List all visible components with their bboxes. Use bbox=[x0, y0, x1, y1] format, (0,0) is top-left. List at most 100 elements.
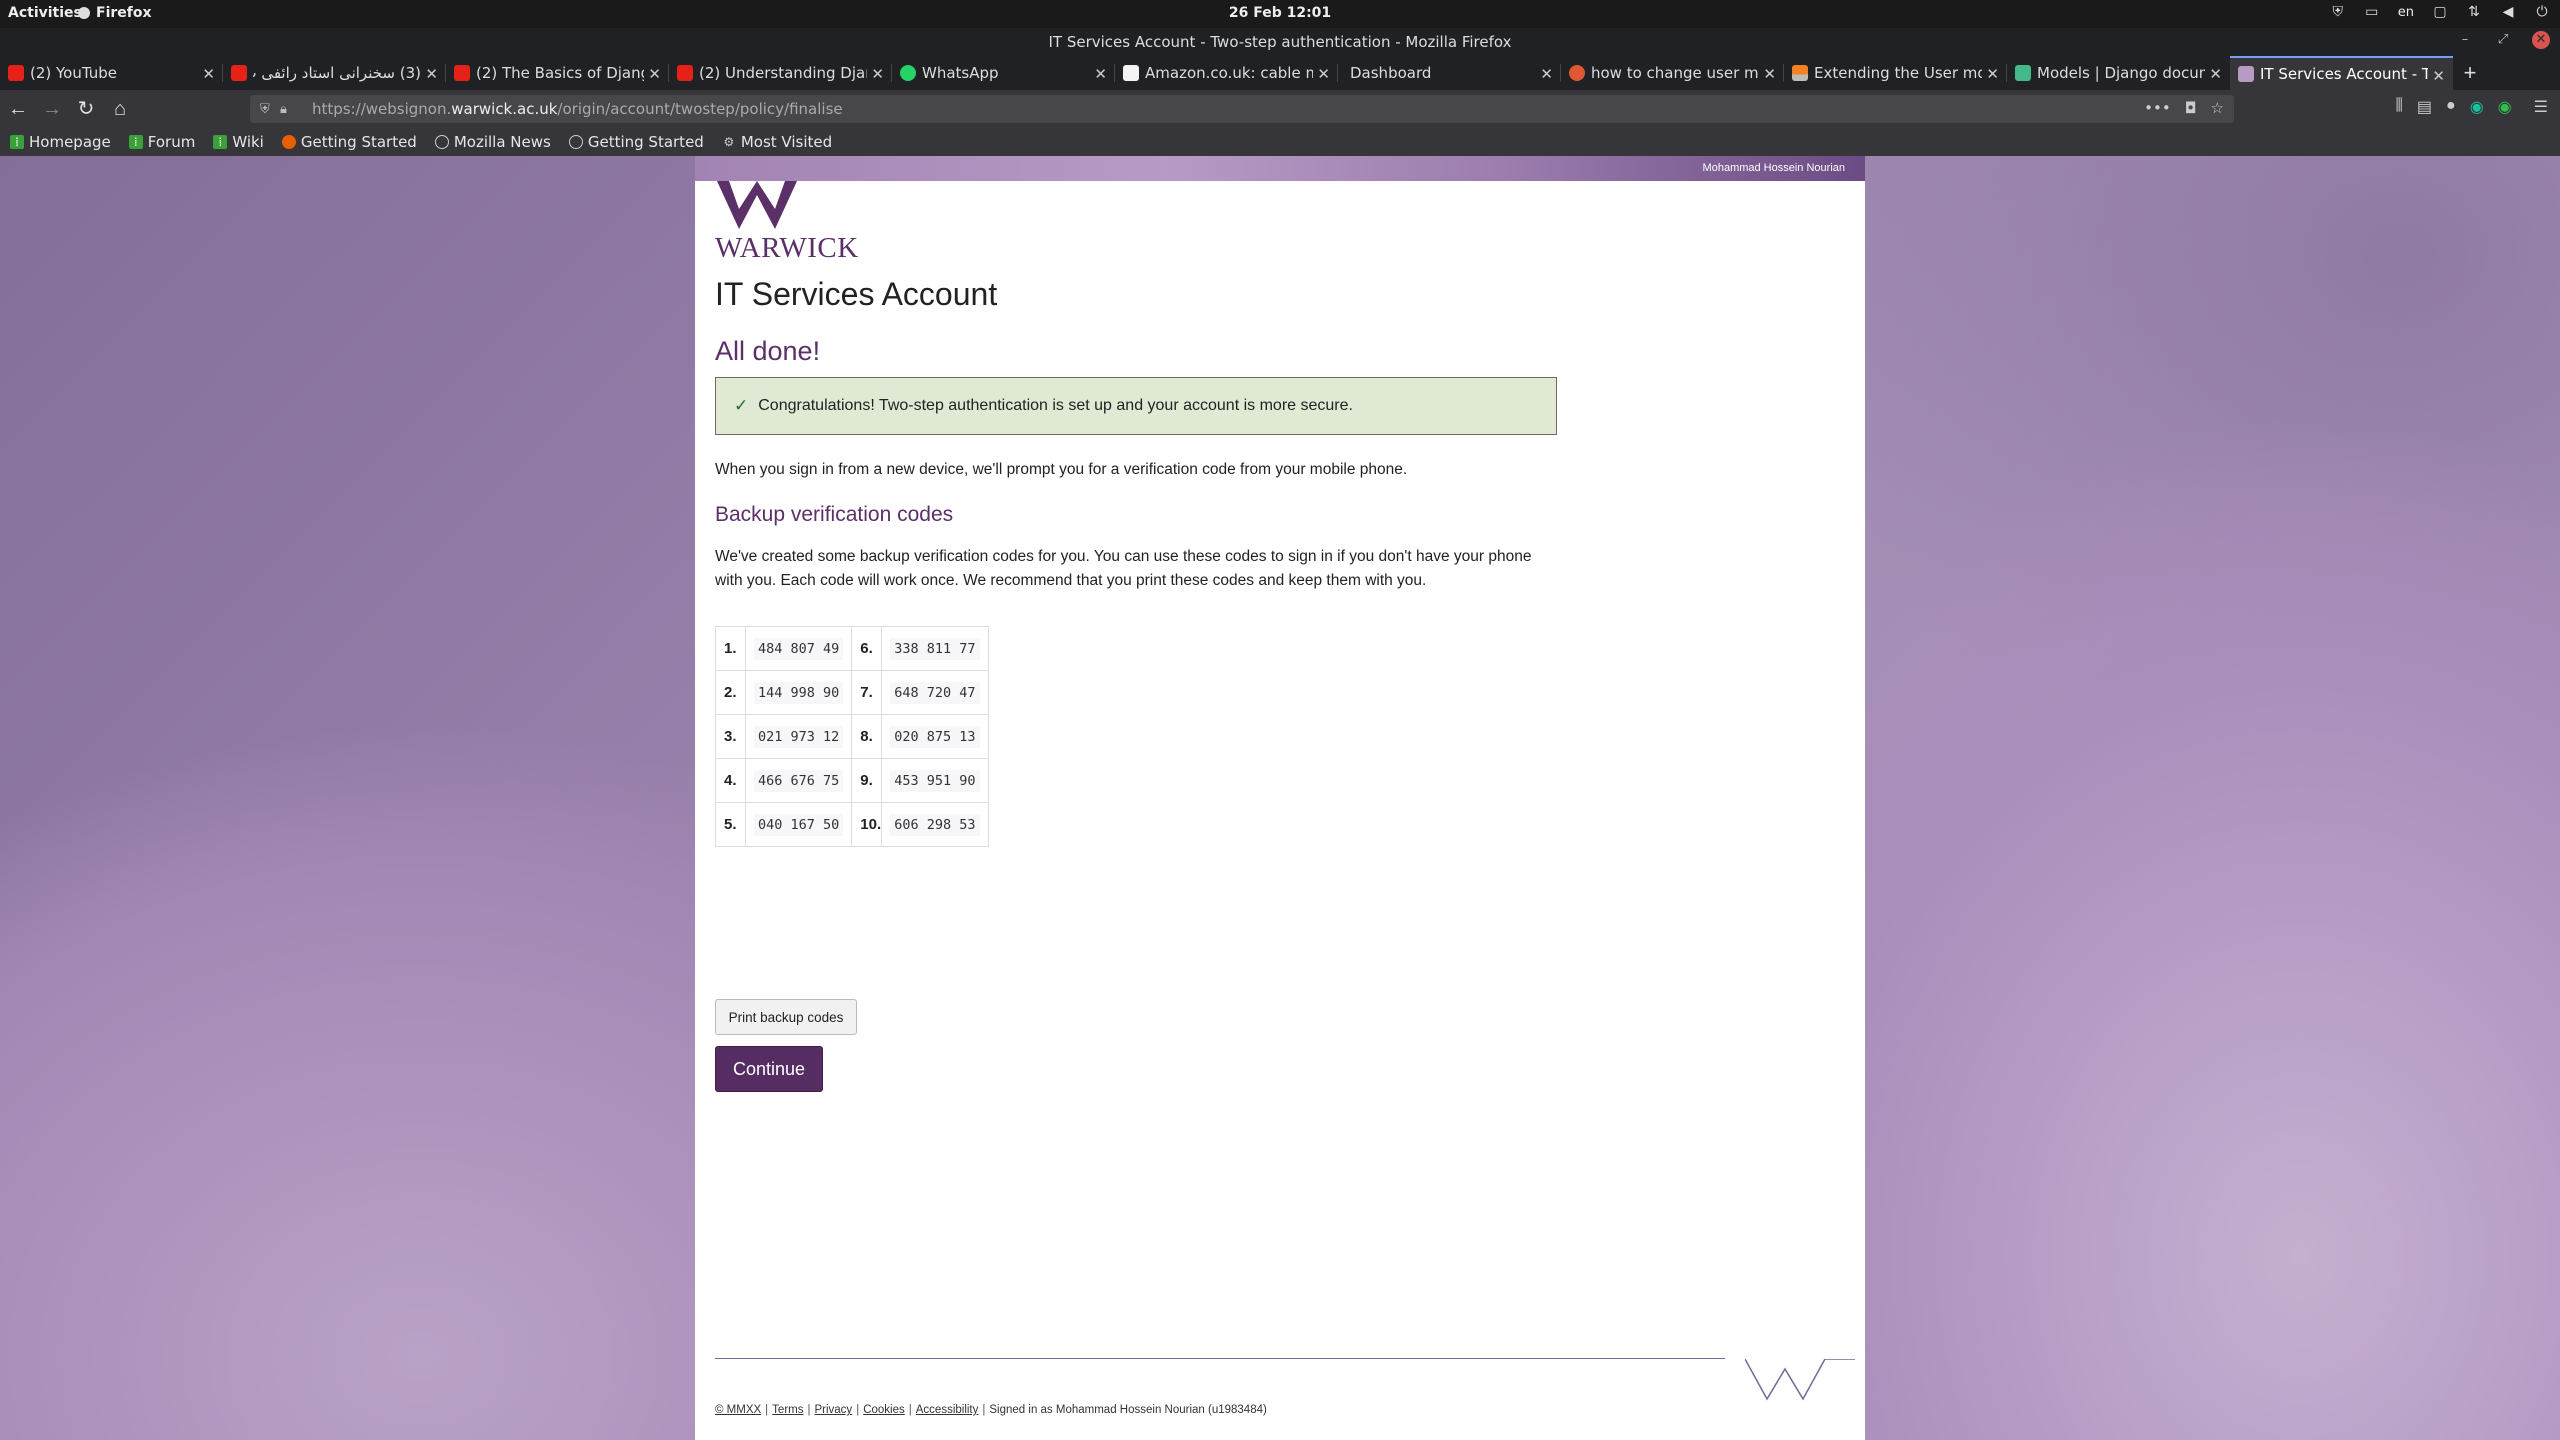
bookmarks-toolbar: ⁞ Homepage ⁞ Forum ⁞ Wiki Getting Starte… bbox=[0, 128, 2560, 156]
tab-duckduckgo[interactable]: how to change user mo ✕ bbox=[1561, 56, 1784, 90]
code-number: 1. bbox=[715, 626, 746, 671]
tab-label: Amazon.co.uk: cable m bbox=[1145, 64, 1313, 82]
new-tab-button[interactable]: + bbox=[2453, 56, 2487, 90]
code-number: 9. bbox=[851, 758, 883, 803]
terms-link[interactable]: Terms bbox=[772, 1404, 803, 1416]
tab-django-docs[interactable]: Models | Django docum ✕ bbox=[2007, 56, 2230, 90]
cookies-link[interactable]: Cookies bbox=[863, 1404, 905, 1416]
back-arrow-icon[interactable]: ← bbox=[2, 93, 34, 125]
app-menu[interactable]: Firefox bbox=[78, 5, 152, 21]
code-cell: 020 875 13 bbox=[881, 714, 989, 759]
django-icon bbox=[2015, 65, 2031, 81]
content-card: WARWICK IT Services Account All done! ✓ … bbox=[695, 181, 1865, 1440]
copyright-link[interactable]: © MMXX bbox=[715, 1404, 761, 1416]
close-tab-icon[interactable]: ✕ bbox=[1317, 65, 1330, 83]
page-title: IT Services Account bbox=[715, 276, 998, 312]
pocket-icon[interactable]: ◘ bbox=[2185, 99, 2197, 117]
bookmark-forum[interactable]: ⁞ Forum bbox=[128, 133, 195, 151]
bookmark-wiki[interactable]: ⁞ Wiki bbox=[213, 133, 264, 151]
toolbar-right: ⫼ ▤ ● ◉ ◉ ☰ bbox=[2396, 97, 2548, 117]
extension-icon[interactable]: ◉ bbox=[2498, 97, 2512, 117]
volume-icon[interactable]: ◀ bbox=[2500, 4, 2516, 20]
bookmark-mozilla-news[interactable]: Mozilla News bbox=[434, 133, 551, 151]
page-viewport[interactable]: Mohammad Hossein Nourian WARWICK IT Serv… bbox=[0, 156, 2560, 1440]
close-tab-icon[interactable]: ✕ bbox=[202, 65, 215, 83]
tab-label: (3) سخنرانی استاد رائفی پ bbox=[253, 64, 421, 82]
language-indicator[interactable]: en bbox=[2398, 5, 2414, 20]
close-tab-icon[interactable]: ✕ bbox=[1763, 65, 1776, 83]
tab-understanding-django[interactable]: (2) Understanding Djan ✕ bbox=[669, 56, 892, 90]
print-backup-codes-button[interactable]: Print backup codes bbox=[715, 999, 857, 1035]
continue-button[interactable]: Continue bbox=[715, 1046, 823, 1092]
home-icon[interactable]: ⌂ bbox=[104, 93, 136, 125]
close-window-icon[interactable]: ✕ bbox=[2532, 31, 2550, 49]
maximize-icon[interactable]: ⤢ bbox=[2494, 31, 2512, 49]
tab-amazon[interactable]: Amazon.co.uk: cable m ✕ bbox=[1115, 56, 1338, 90]
shield-icon[interactable]: ⛨ bbox=[2330, 4, 2346, 20]
tab-strip: (2) YouTube ✕ (3) سخنرانی استاد رائفی پ … bbox=[0, 56, 2560, 90]
bookmark-getting-started-firefox[interactable]: Getting Started bbox=[281, 133, 417, 151]
code-cell: 648 720 47 bbox=[881, 670, 989, 715]
tab-label: WhatsApp bbox=[922, 64, 999, 82]
tab-label: (2) YouTube bbox=[30, 64, 118, 82]
account-icon[interactable]: ● bbox=[2446, 97, 2456, 117]
backup-code: 338 811 77 bbox=[890, 638, 980, 660]
tab-stackoverflow[interactable]: Extending the User mo ✕ bbox=[1784, 56, 2007, 90]
gear-icon: ⚙ bbox=[723, 135, 735, 149]
tab-it-services-account[interactable]: IT Services Account - Tw ✕ bbox=[2230, 56, 2453, 90]
grammarly-icon[interactable]: ◉ bbox=[2470, 97, 2484, 117]
close-tab-icon[interactable]: ✕ bbox=[1094, 65, 1107, 83]
tab-label: Models | Django docum bbox=[2037, 64, 2205, 82]
backup-code: 466 676 75 bbox=[754, 770, 844, 792]
tab-youtube-lecture[interactable]: (3) سخنرانی استاد رائفی پ ✕ bbox=[223, 56, 446, 90]
header-user-name[interactable]: Mohammad Hossein Nourian bbox=[1703, 162, 1845, 174]
address-bar[interactable]: ⛨ 🔒︎ https://websignon.warwick.ac.uk/ori… bbox=[250, 95, 2234, 123]
bookmark-most-visited[interactable]: ⚙ Most Visited bbox=[722, 133, 832, 151]
backup-code: 021 973 12 bbox=[754, 726, 844, 748]
close-tab-icon[interactable]: ✕ bbox=[648, 65, 661, 83]
success-alert: ✓ Congratulations! Two-step authenticati… bbox=[715, 377, 1557, 435]
sidebar-icon[interactable]: ▤ bbox=[2417, 97, 2432, 117]
url-text[interactable]: https://websignon.warwick.ac.uk/origin/a… bbox=[312, 100, 843, 118]
close-tab-icon[interactable]: ✕ bbox=[425, 65, 438, 83]
page-actions-icon[interactable]: ••• bbox=[2144, 99, 2171, 117]
code-cell: 606 298 53 bbox=[881, 802, 989, 847]
bookmark-star-icon[interactable]: ☆ bbox=[2211, 99, 2224, 117]
reload-icon[interactable]: ↻ bbox=[70, 93, 102, 125]
youtube-icon bbox=[8, 65, 24, 81]
screen-icon[interactable]: ▢ bbox=[2432, 4, 2448, 20]
accessibility-link[interactable]: Accessibility bbox=[916, 1404, 979, 1416]
network-icon[interactable]: ⇅ bbox=[2466, 4, 2482, 20]
page-header-strip: Mohammad Hossein Nourian bbox=[695, 156, 1865, 181]
close-tab-icon[interactable]: ✕ bbox=[2209, 65, 2222, 83]
close-tab-icon[interactable]: ✕ bbox=[1986, 65, 1999, 83]
activities-button[interactable]: Activities bbox=[8, 5, 82, 21]
close-tab-icon[interactable]: ✕ bbox=[2432, 67, 2445, 85]
table-row: 4. 466 676 75 9. 453 951 90 bbox=[715, 758, 989, 803]
forward-arrow-icon[interactable]: → bbox=[36, 93, 68, 125]
close-tab-icon[interactable]: ✕ bbox=[1540, 65, 1553, 83]
hamburger-menu-icon[interactable]: ☰ bbox=[2534, 97, 2548, 117]
power-icon[interactable]: ⏻ bbox=[2534, 4, 2550, 20]
clock[interactable]: 26 Feb 12:01 bbox=[0, 5, 2560, 21]
window-titlebar: IT Services Account - Two-step authentic… bbox=[0, 28, 2560, 56]
bookmark-homepage[interactable]: ⁞ Homepage bbox=[10, 133, 111, 151]
bookmark-getting-started[interactable]: Getting Started bbox=[568, 133, 704, 151]
code-number: 3. bbox=[715, 714, 746, 759]
lock-icon[interactable]: 🔒︎ bbox=[280, 102, 296, 117]
table-row: 1. 484 807 49 6. 338 811 77 bbox=[715, 626, 989, 671]
close-tab-icon[interactable]: ✕ bbox=[871, 65, 884, 83]
minimize-icon[interactable]: – bbox=[2456, 31, 2474, 49]
tab-youtube[interactable]: (2) YouTube ✕ bbox=[0, 56, 223, 90]
keyboard-icon[interactable]: ▭ bbox=[2364, 4, 2380, 20]
table-row: 2. 144 998 90 7. 648 720 47 bbox=[715, 670, 989, 715]
tab-basics-of-django[interactable]: (2) The Basics of Django ✕ bbox=[446, 56, 669, 90]
tracking-shield-icon[interactable]: ⛨ bbox=[260, 102, 276, 117]
tab-dashboard[interactable]: Dashboard ✕ bbox=[1338, 56, 1561, 90]
backup-code: 040 167 50 bbox=[754, 814, 844, 836]
address-bar-actions: ••• ◘ ☆ bbox=[2144, 99, 2224, 117]
checkmark-icon: ✓ bbox=[734, 396, 749, 415]
library-icon[interactable]: ⫼ bbox=[2396, 97, 2403, 117]
tab-whatsapp[interactable]: WhatsApp ✕ bbox=[892, 56, 1115, 90]
privacy-link[interactable]: Privacy bbox=[814, 1404, 852, 1416]
